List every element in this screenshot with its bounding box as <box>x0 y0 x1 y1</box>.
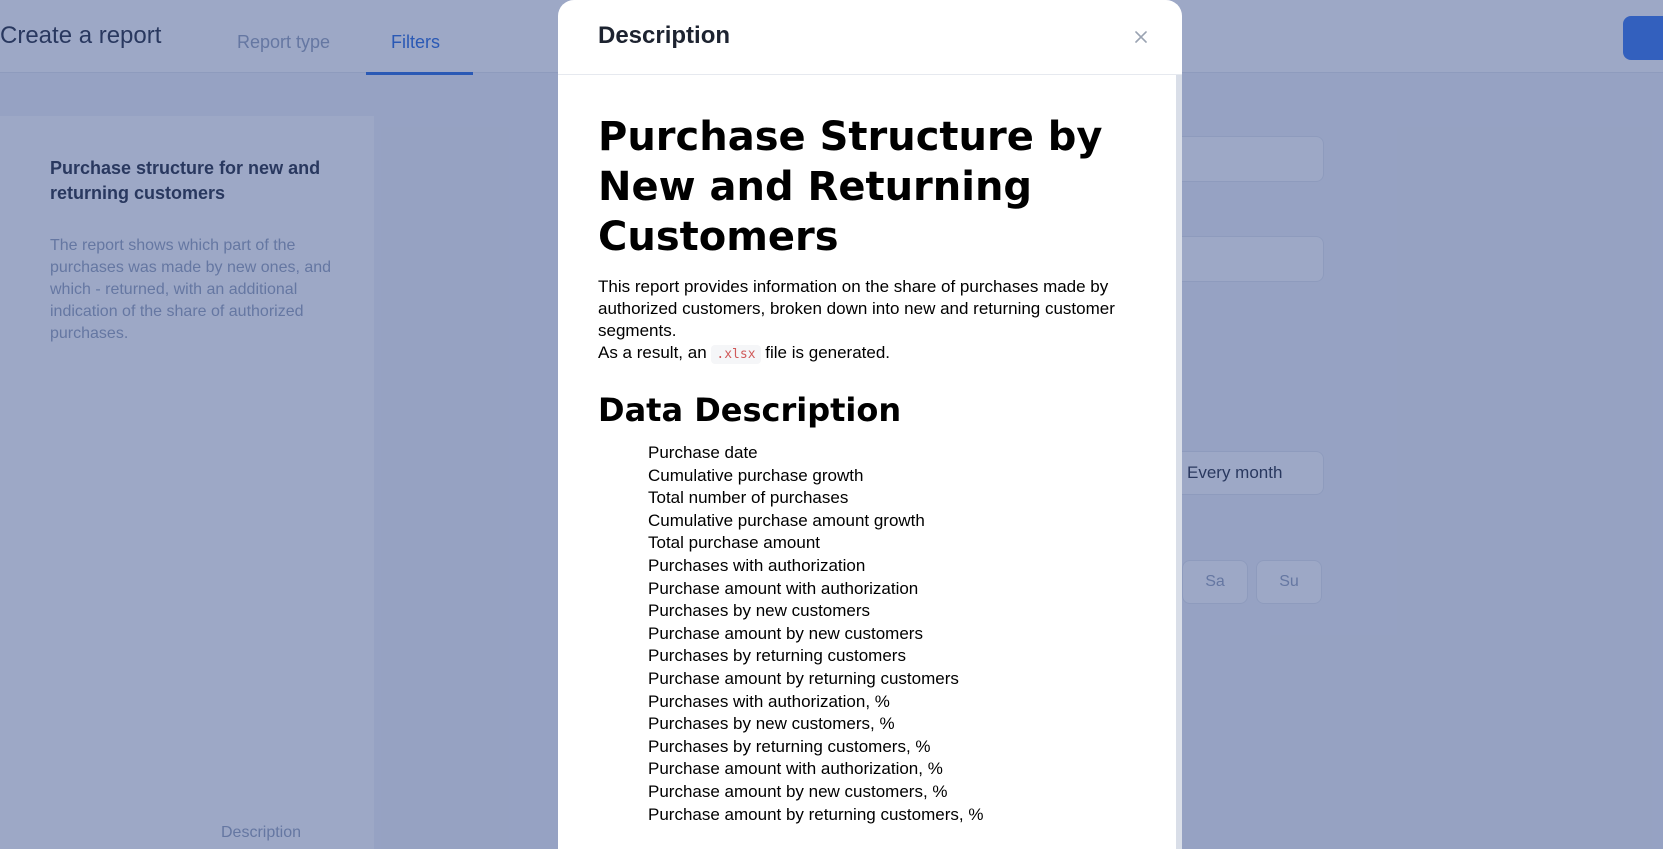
list-item: Cumulative purchase growth <box>648 465 864 485</box>
list-item: Purchase amount by new customers <box>648 623 923 643</box>
list-item: Purchase amount with authorization <box>648 578 919 598</box>
list-item: Purchases by returning customers, % <box>648 736 931 756</box>
report-intro: This report provides information on the … <box>598 277 1115 340</box>
modal-scrollbar[interactable] <box>1176 75 1182 849</box>
report-result-line: As a result, an .xlsx file is generated. <box>598 342 1142 366</box>
file-extension-code: .xlsx <box>711 345 761 364</box>
list-item: Purchase amount by new customers, % <box>648 781 948 801</box>
modal-content: Purchase Structure by New and Returning … <box>598 112 1142 826</box>
list-item: Purchase amount by returning customers, … <box>648 804 984 824</box>
list-item: Purchase amount by returning customers <box>648 668 959 688</box>
close-icon <box>1135 31 1147 43</box>
list-item: Purchases with authorization, % <box>648 691 890 711</box>
data-description-heading: Data Description <box>598 391 902 429</box>
list-item: Cumulative purchase amount growth <box>648 510 925 530</box>
list-item: Total purchase amount <box>648 533 820 553</box>
list-item: Purchases by new customers <box>648 601 871 621</box>
description-modal: Description Purchase Structure by New an… <box>558 0 1182 849</box>
result-prefix: As a result, an <box>598 343 707 362</box>
result-suffix: file is generated. <box>765 343 891 362</box>
close-button[interactable] <box>1130 26 1152 48</box>
list-item: Purchases with authorization <box>648 555 866 575</box>
list-item: Total number of purchases <box>648 488 849 508</box>
modal-title: Description <box>598 22 731 49</box>
list-item: Purchase amount with authorization, % <box>648 759 943 779</box>
list-item: Purchase date <box>648 443 758 462</box>
data-fields-list: Purchase date Cumulative purchase growth… <box>598 442 1142 826</box>
report-heading: Purchase Structure by New and Returning … <box>598 114 1103 260</box>
modal-header: Description <box>558 0 1182 75</box>
list-item: Purchases by returning customers <box>648 646 906 666</box>
list-item: Purchases by new customers, % <box>648 714 895 734</box>
